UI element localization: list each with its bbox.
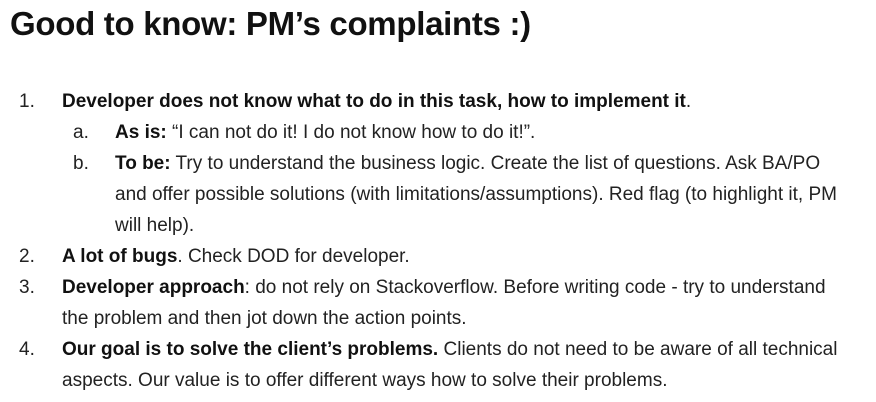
sub-item-b: b. To be: Try to understand the business… [0,148,876,241]
list-item-number: 2. [19,246,35,267]
page-title: Good to know: PM’s complaints :) [10,5,531,42]
sub-item-text: “I can not do it! I do not know how to d… [166,122,536,143]
sub-item-letter: a. [73,122,89,143]
sub-item-heading: To be: [115,153,171,174]
list-item-2: 2. A lot of bugs. Check DOD for develope… [0,241,876,272]
list-item-text: . Check DOD for developer. [177,246,410,267]
sub-item-heading: As is: [115,122,167,143]
list-item-heading: Our goal is to solve the client’s proble… [62,339,439,360]
list-item-number: 1. [19,91,35,112]
list-item-heading: Developer does not know what to do in th… [62,91,686,112]
list-item-heading: A lot of bugs [62,246,178,267]
list-item-1: 1. Developer does not know what to do in… [0,86,876,117]
list-item-number: 4. [19,339,35,360]
list-item-number: 3. [19,277,35,298]
list-item-heading: Developer approach [62,277,245,298]
sub-item-text: Try to understand the business logic. Cr… [115,153,837,236]
sub-item-a: a. As is: “I can not do it! I do not kno… [0,117,876,148]
list-item-text: . [685,91,692,112]
list-item-3: 3. Developer approach: do not rely on St… [0,272,876,334]
complaints-list: 1. Developer does not know what to do in… [0,86,876,396]
sub-item-letter: b. [73,153,89,174]
slide: Good to know: PM’s complaints :) 1. Deve… [0,0,876,402]
list-item-4: 4. Our goal is to solve the client’s pro… [0,334,876,396]
